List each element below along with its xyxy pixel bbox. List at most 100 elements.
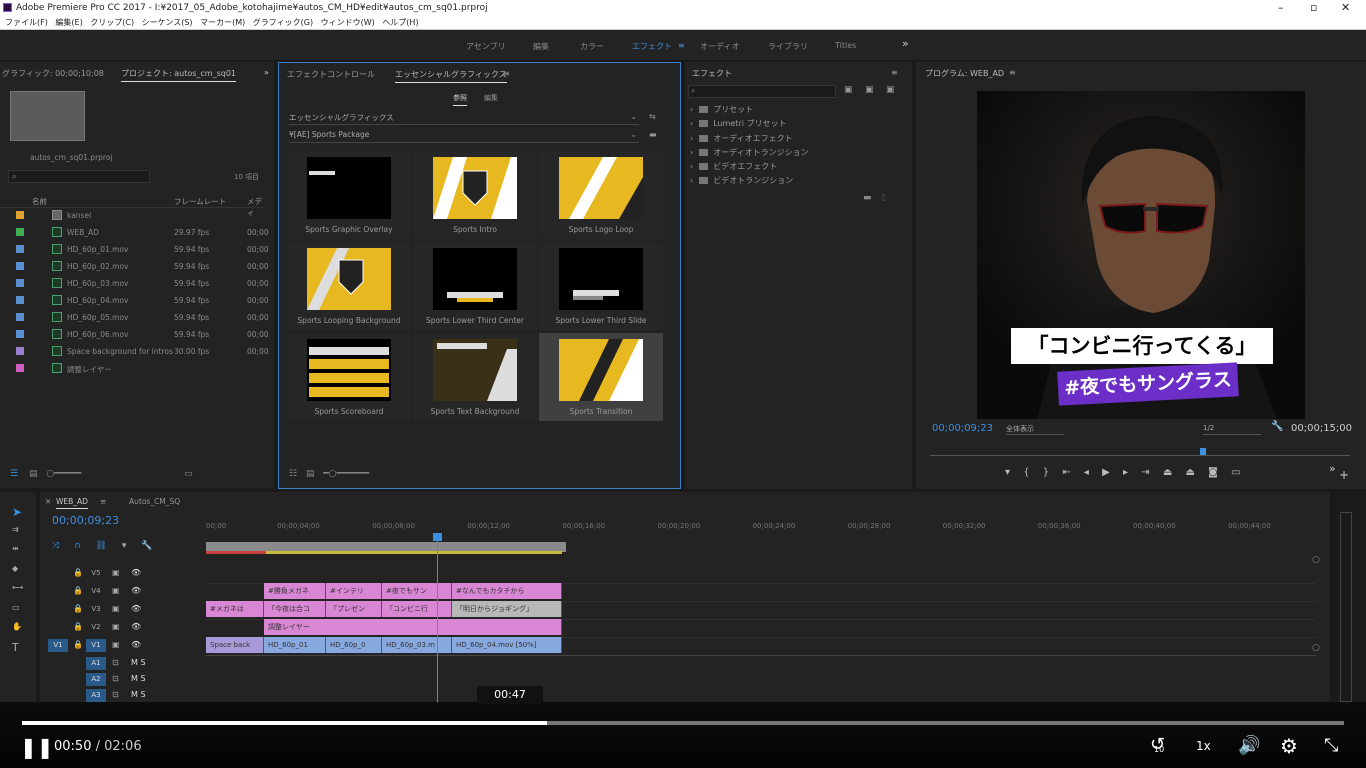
- new-bin-icon[interactable]: ▭: [184, 469, 193, 479]
- menu-window[interactable]: ウィンドウ(W): [321, 16, 375, 29]
- lock-icon[interactable]: 🔒: [73, 622, 83, 631]
- clip-v3-3[interactable]: 「プレゼン: [326, 601, 382, 617]
- timeline-playhead[interactable]: [437, 533, 438, 703]
- add-marker-icon[interactable]: ▾: [122, 541, 127, 551]
- track-label[interactable]: V3: [86, 603, 106, 616]
- timeline-playhead-handle[interactable]: [433, 533, 442, 541]
- template-tile[interactable]: Sports Looping Background: [287, 242, 411, 330]
- project-item[interactable]: kansei: [0, 207, 265, 224]
- workspace-effects[interactable]: エフェクト: [632, 41, 672, 52]
- add-marker-icon[interactable]: ▾: [1005, 467, 1010, 478]
- type-tool-icon[interactable]: T: [12, 641, 19, 654]
- sync-lock-icon[interactable]: ⊡: [112, 674, 119, 683]
- template-tile[interactable]: Sports Text Background: [413, 333, 537, 421]
- menu-help[interactable]: ヘルプ(H): [382, 16, 418, 29]
- sync-icon[interactable]: ⇆: [649, 112, 656, 121]
- label-color-swatch[interactable]: [16, 364, 24, 372]
- workspace-overflow-icon[interactable]: »: [902, 37, 909, 50]
- track-label[interactable]: V5: [86, 567, 106, 580]
- workspace-audio[interactable]: オーディオ: [700, 41, 739, 52]
- play-icon[interactable]: ▶: [1102, 467, 1110, 478]
- slip-tool-icon[interactable]: ⟷: [12, 583, 23, 592]
- folder-audio-effects[interactable]: › オーディオエフェクト: [690, 133, 793, 144]
- eye-icon[interactable]: 👁: [131, 640, 141, 649]
- compare-view-icon[interactable]: ▭: [1231, 467, 1240, 478]
- template-tile[interactable]: Sports Scoreboard: [287, 333, 411, 421]
- minimize-icon[interactable]: –: [1278, 1, 1284, 14]
- eye-icon[interactable]: 👁: [131, 604, 141, 613]
- clip-v1-2[interactable]: HD_60p_01: [264, 637, 326, 653]
- label-color-swatch[interactable]: [16, 228, 24, 236]
- mute-solo-icon[interactable]: M S: [131, 690, 146, 699]
- timeline-tab-autos[interactable]: Autos_CM_SQ: [129, 497, 180, 506]
- col-framerate[interactable]: フレームレート: [174, 196, 226, 207]
- sync-lock-icon[interactable]: ⊡: [112, 658, 119, 667]
- close-tab-icon[interactable]: ✕: [45, 497, 51, 506]
- track-header-v5[interactable]: 🔒 V5 ▣ 👁: [40, 565, 206, 583]
- sync-lock-icon[interactable]: ▣: [112, 640, 120, 649]
- clip-v3-1[interactable]: #メガネは: [206, 601, 264, 617]
- panel-menu-icon[interactable]: ≡: [1009, 68, 1016, 77]
- folder-icon[interactable]: ▬: [649, 130, 657, 139]
- clip-v3-5[interactable]: 「明日からジョギング」: [452, 601, 562, 617]
- volume-icon[interactable]: 🔊: [1238, 735, 1260, 756]
- selection-tool-icon[interactable]: ➤: [12, 505, 22, 519]
- effects-tab[interactable]: エフェクト: [692, 68, 732, 79]
- eye-icon[interactable]: 👁: [131, 622, 141, 631]
- browse-tab[interactable]: 参照: [453, 93, 467, 106]
- clip-v3-4[interactable]: 「コンビニ行: [382, 601, 452, 617]
- sync-lock-icon[interactable]: ▣: [112, 568, 120, 577]
- pause-icon[interactable]: ❚❚: [20, 735, 54, 759]
- label-color-swatch[interactable]: [16, 330, 24, 338]
- lock-icon[interactable]: 🔒: [73, 640, 83, 649]
- panel-menu-icon[interactable]: ≡: [503, 69, 510, 78]
- template-tile[interactable]: Sports Intro: [413, 151, 537, 239]
- track-header-v1[interactable]: V1 🔒 V1 ▣ 👁: [40, 637, 206, 655]
- list-view-icon[interactable]: ☰: [10, 469, 18, 479]
- close-icon[interactable]: ✕: [1341, 1, 1350, 14]
- accelerated-effects-icon[interactable]: ▣: [844, 85, 853, 95]
- clip-v3-2[interactable]: 「今夜は合コ: [264, 601, 326, 617]
- icon-view-icon[interactable]: ▤: [306, 469, 315, 479]
- eye-icon[interactable]: 👁: [131, 586, 141, 595]
- yuv-effects-icon[interactable]: ▣: [886, 85, 895, 95]
- scroll-handle-icon[interactable]: ○: [1312, 643, 1320, 653]
- label-color-swatch[interactable]: [16, 347, 24, 355]
- program-scrubber[interactable]: [930, 455, 1350, 456]
- clip-v1-4[interactable]: HD_60p_03.m: [382, 637, 452, 653]
- clip-v4-1[interactable]: #勝負メガネ: [264, 583, 326, 599]
- settings-gear-icon[interactable]: ⚙: [1280, 734, 1298, 758]
- program-timecode[interactable]: 00;00;09;23: [932, 423, 993, 434]
- menu-file[interactable]: ファイル(F): [5, 16, 48, 29]
- project-item[interactable]: HD_60p_02.mov 59.94 fps 00;00: [0, 258, 269, 275]
- snap-icon[interactable]: ∩: [74, 541, 81, 551]
- track-label[interactable]: A3: [86, 689, 106, 702]
- edit-tab[interactable]: 編集: [484, 93, 498, 103]
- razor-tool-icon[interactable]: ◆: [12, 564, 18, 573]
- 32bit-effects-icon[interactable]: ▣: [865, 85, 874, 95]
- folder-video-effects[interactable]: › ビデオエフェクト: [690, 161, 777, 172]
- template-tile[interactable]: Sports Logo Loop: [539, 151, 663, 239]
- clip-v4-3[interactable]: #夜でもサン: [382, 583, 452, 599]
- track-label[interactable]: V4: [86, 585, 106, 598]
- template-tile[interactable]: Sports Lower Third Center: [413, 242, 537, 330]
- col-name[interactable]: 名前: [32, 196, 47, 207]
- new-bin-icon[interactable]: ▬: [863, 193, 872, 203]
- source-patch-v1[interactable]: V1: [48, 639, 68, 652]
- folder-presets[interactable]: › プリセット: [690, 104, 753, 115]
- template-tile[interactable]: Sports Lower Third Slide: [539, 242, 663, 330]
- track-header-a3[interactable]: A3 ⊡ M S: [40, 687, 206, 703]
- workspace-editing[interactable]: 編集: [533, 41, 549, 52]
- list-view-icon[interactable]: ☷: [289, 469, 297, 479]
- sync-lock-icon[interactable]: ▣: [112, 622, 120, 631]
- program-tab[interactable]: プログラム: WEB_AD: [925, 68, 1004, 79]
- export-frame-icon[interactable]: ◙: [1208, 467, 1218, 478]
- clip-v1-5[interactable]: HD_60p_04.mov [50%]: [452, 637, 562, 653]
- extract-icon[interactable]: ⏏: [1185, 467, 1194, 478]
- template-tile[interactable]: Sports Transition: [539, 333, 663, 421]
- project-item[interactable]: 調整レイヤー: [0, 360, 265, 377]
- hand-tool-icon[interactable]: ✋: [12, 622, 22, 631]
- lock-icon[interactable]: 🔒: [73, 604, 83, 613]
- track-label[interactable]: V2: [86, 621, 106, 634]
- clip-v1-1[interactable]: Space back: [206, 637, 264, 653]
